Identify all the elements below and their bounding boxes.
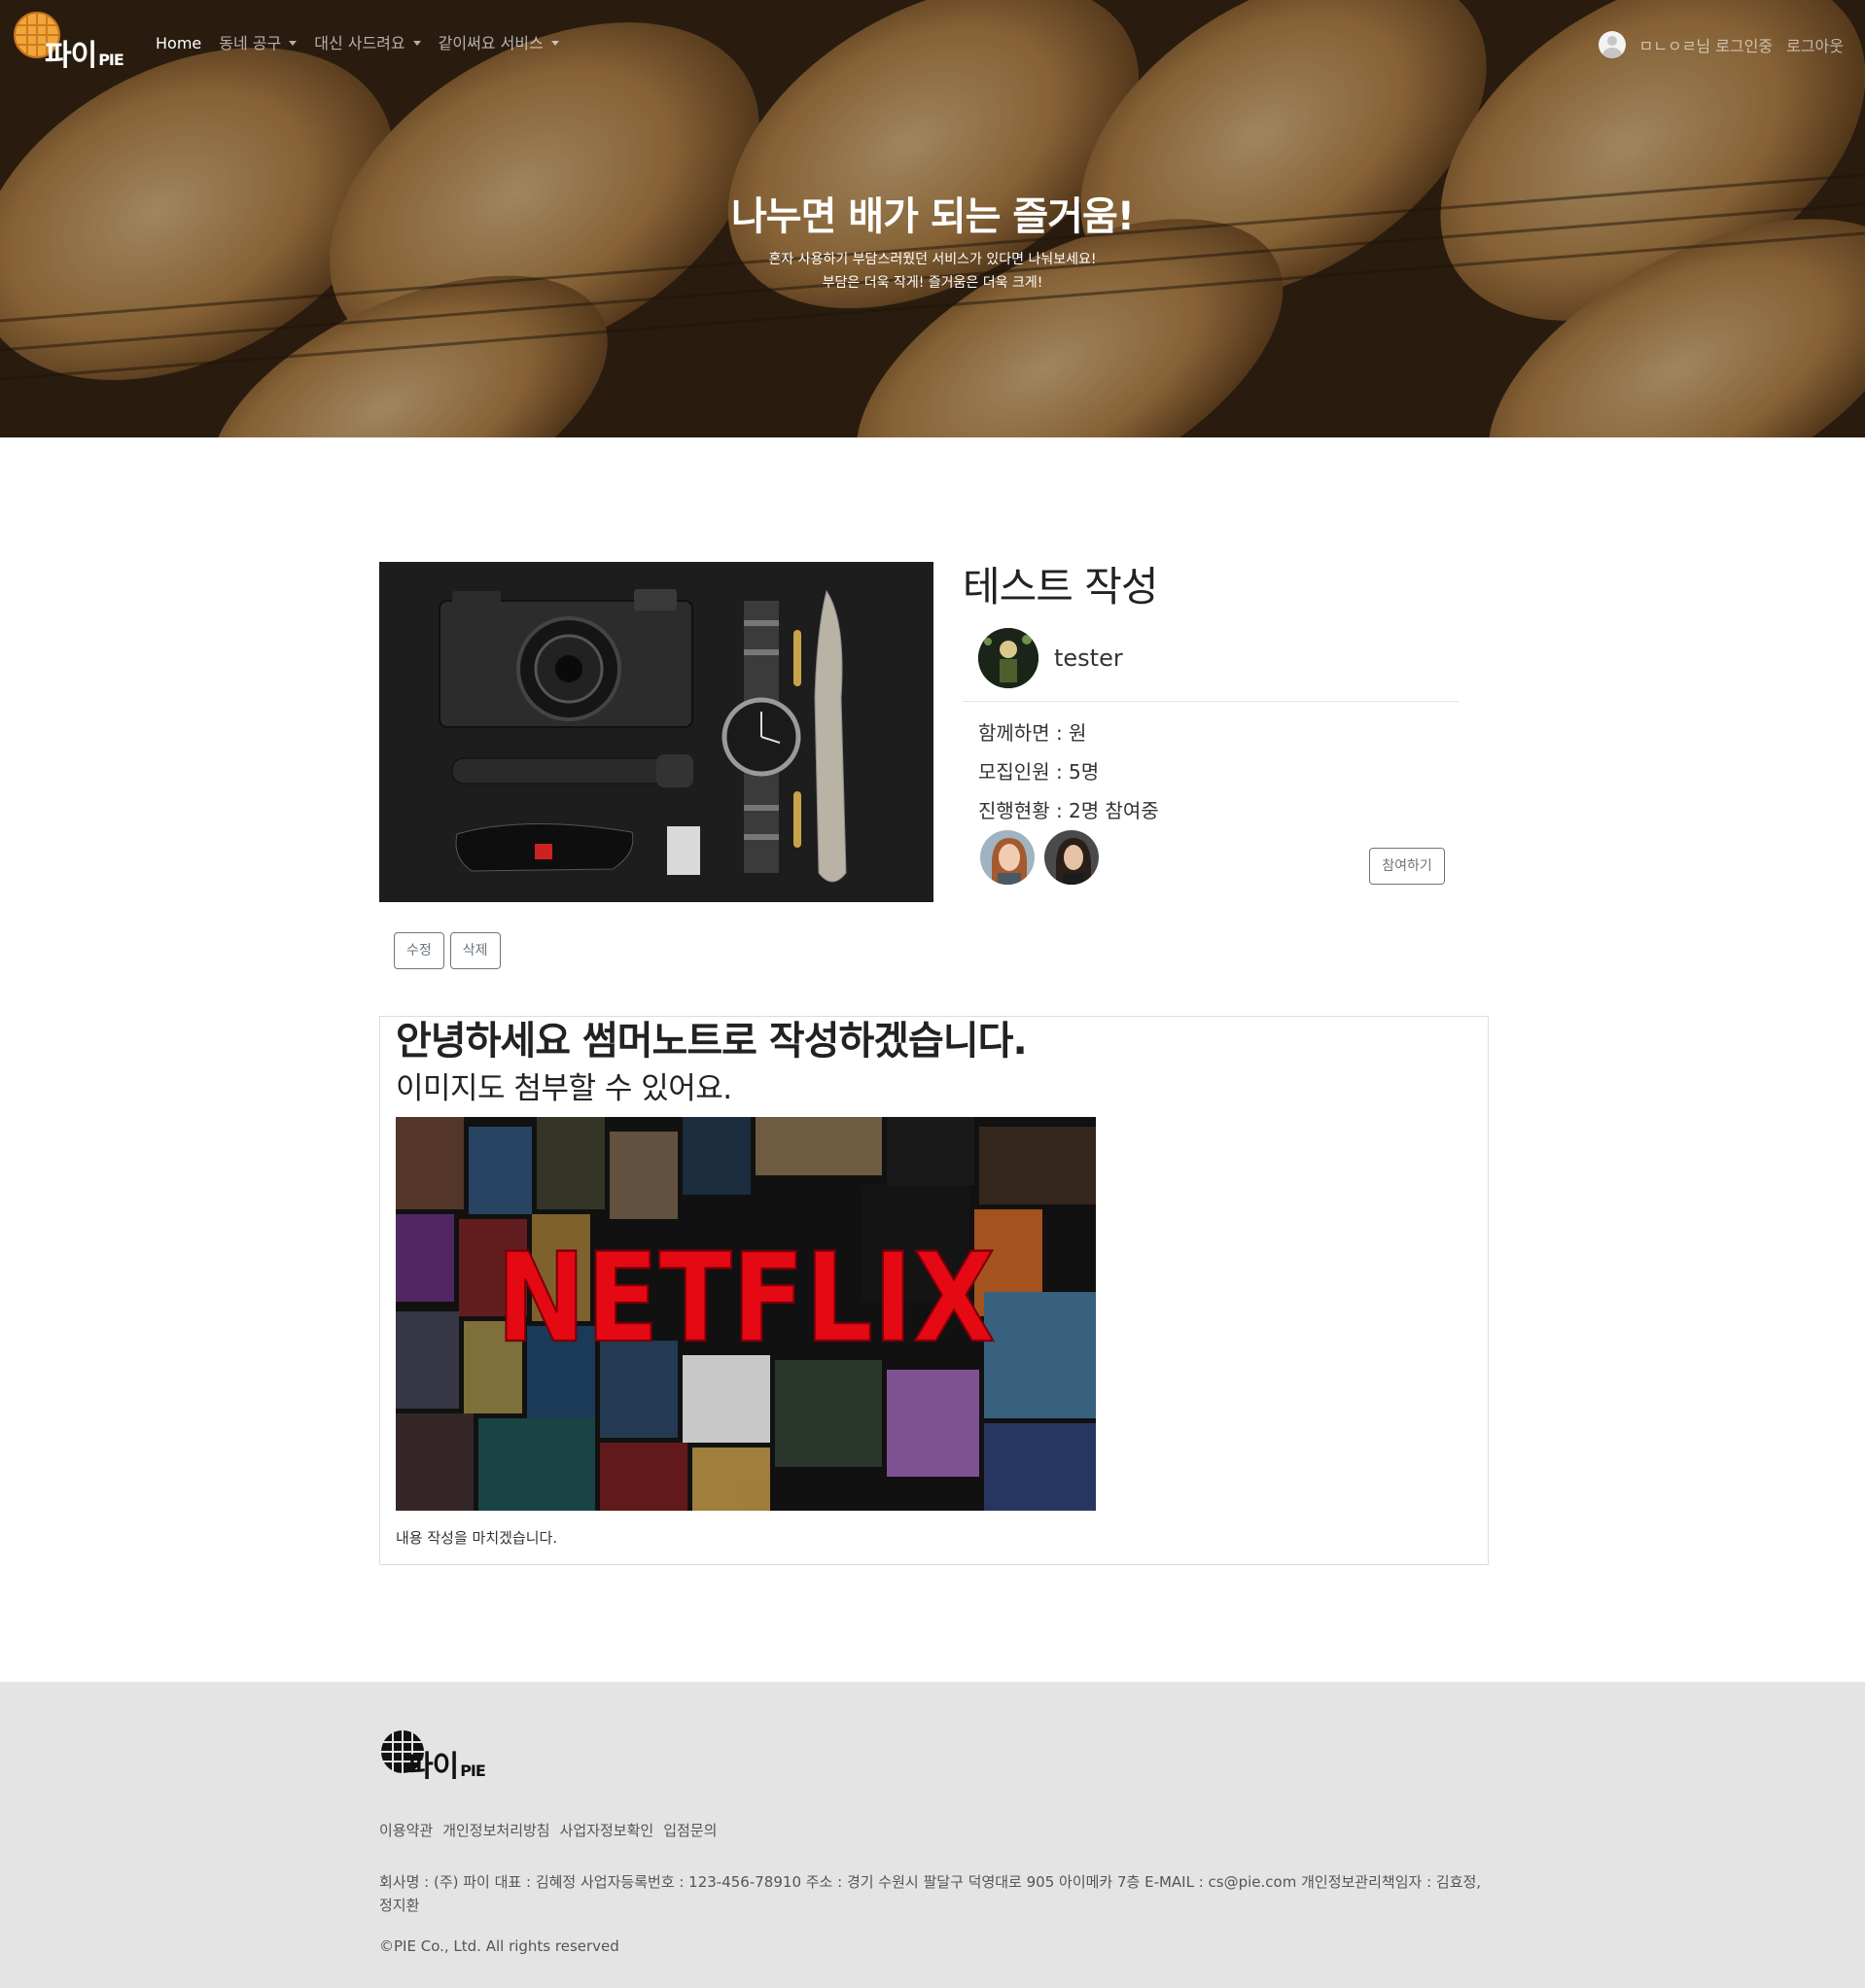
main-menu: Home 동네 공구 대신 사드려요 같이써요 서비스 (156, 33, 559, 54)
caret-down-icon (289, 41, 298, 46)
caret-down-icon (412, 41, 421, 46)
nav-errand-label: 대신 사드려요 (314, 34, 405, 52)
brand-logo[interactable]: 파이 PIE (14, 12, 140, 76)
footer-links: 이용약관 개인정보처리방침 사업자정보확인 입점문의 (379, 1820, 717, 1840)
logo-text: 파이 (45, 39, 97, 73)
participant-avatar[interactable] (1042, 828, 1101, 887)
partner-inquiry-link[interactable]: 입점문의 (663, 1820, 717, 1840)
author-name[interactable]: tester (1054, 645, 1123, 672)
content-subheading: 이미지도 첨부할 수 있어요. (396, 1071, 732, 1106)
hero-title: 나누면 배가 되는 즐거움! (730, 194, 1135, 239)
copyright: ©PIE Co., Ltd. All rights reserved (379, 1937, 619, 1955)
author-avatar[interactable] (978, 628, 1038, 688)
hero-subtitle-2: 부담은 더욱 작게! 즐거움은 더욱 크게! (822, 275, 1043, 291)
participant-avatar[interactable] (978, 828, 1037, 887)
nav-home[interactable]: Home (156, 33, 201, 54)
post-title: 테스트 작성 (963, 563, 1159, 610)
business-info-link[interactable]: 사업자정보확인 (560, 1820, 654, 1840)
site-footer: 파이 PIE 이용약관 개인정보처리방침 사업자정보확인 입점문의 회사명 : (… (0, 1682, 1865, 1988)
nav-errand-dropdown[interactable]: 대신 사드려요 (314, 33, 421, 54)
post-content: 안녕하세요 썸머노트로 작성하겠습니다. 이미지도 첨부할 수 있어요. NET… (379, 1016, 1489, 1565)
hero-subtitle-1: 혼자 사용하기 부담스러웠던 서비스가 있다면 나눠보세요! (768, 252, 1097, 267)
progress-info: 진행현황 : 2명 참여중 (978, 799, 1159, 822)
terms-link[interactable]: 이용약관 (379, 1820, 433, 1840)
nav-group-buy-label: 동네 공구 (219, 34, 282, 52)
capacity-info: 모집인원 : 5명 (978, 760, 1100, 784)
user-avatar-icon[interactable] (1598, 31, 1626, 58)
footer-logo-sub: PIE (460, 1761, 486, 1780)
user-menu: ㅁㄴㅇㄹ님 로그인중 로그아웃 (1598, 31, 1844, 58)
price-info: 함께하면 : 원 (978, 721, 1087, 745)
top-navbar: 파이 PIE Home 동네 공구 대신 사드려요 같이써요 서비스 ㅁㄴㅇㄹ님 … (0, 0, 1865, 89)
netflix-wordmark: NETFLIX (496, 1227, 995, 1370)
delete-button[interactable]: 삭제 (449, 932, 501, 969)
hero-banner: 파이 PIE Home 동네 공구 대신 사드려요 같이써요 서비스 ㅁㄴㅇㄹ님 … (0, 0, 1865, 437)
join-button[interactable]: 참여하기 (1369, 848, 1445, 885)
participant-list (978, 828, 1101, 887)
privacy-link[interactable]: 개인정보처리방침 (442, 1820, 549, 1840)
info-divider (963, 701, 1459, 702)
caret-down-icon (550, 41, 559, 46)
nav-share-service-dropdown[interactable]: 같이써요 서비스 (439, 33, 559, 54)
nav-group-buy-dropdown[interactable]: 동네 공구 (219, 33, 298, 54)
edit-button[interactable]: 수정 (394, 932, 444, 969)
nav-share-service-label: 같이써요 서비스 (438, 34, 544, 52)
logout-link[interactable]: 로그아웃 (1786, 33, 1844, 56)
content-closing: 내용 작성을 마치겠습니다. (396, 1529, 558, 1547)
camera-gear-flatlay-image (379, 562, 933, 902)
post-main-image (379, 562, 933, 902)
netflix-collage-image: NETFLIX (396, 1117, 1096, 1511)
logo-sub: PIE (98, 51, 124, 69)
footer-logo-text: 파이 (406, 1750, 459, 1784)
user-status[interactable]: ㅁㄴㅇㄹ님 로그인중 (1639, 33, 1774, 56)
post-info-panel: 테스트 작성 tester 함께하면 : 원 모집인원 : 5명 진행현황 : … (963, 562, 1459, 887)
company-info: 회사명 : (주) 파이 대표 : 김혜정 사업자등록번호 : 123-456-… (379, 1873, 1482, 1914)
post-actions: 수정 삭제 (394, 932, 501, 969)
content-heading: 안녕하세요 썸머노트로 작성하겠습니다. (396, 1019, 1028, 1064)
author-block: tester (978, 628, 1123, 688)
footer-logo[interactable]: 파이 PIE (379, 1728, 506, 1791)
